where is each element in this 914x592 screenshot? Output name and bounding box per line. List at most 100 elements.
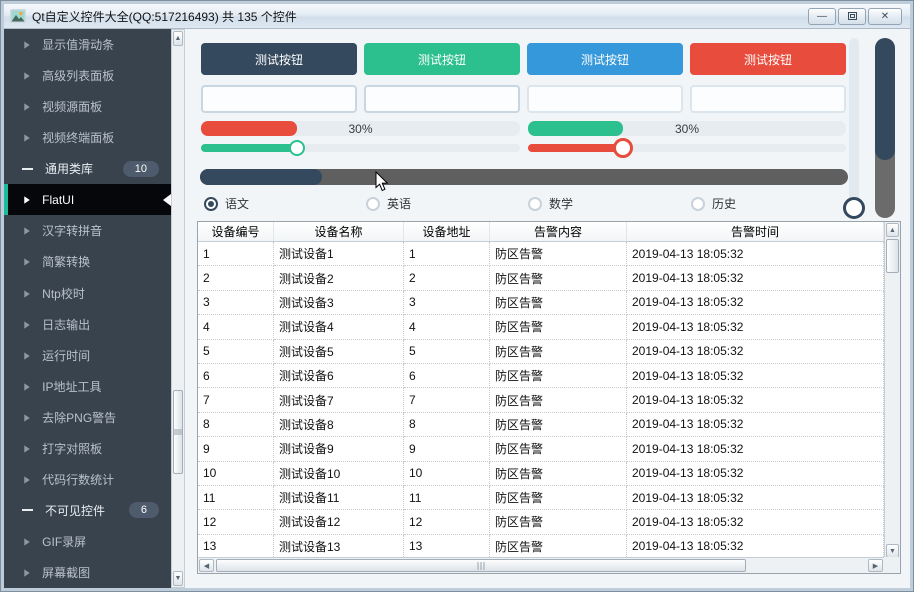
sidebar-item-label: 汉字转拼音 [42,224,103,239]
column-header-4[interactable]: 告警内容 [490,222,627,241]
test-button-4[interactable]: 测试按钮 [690,43,846,75]
table-cell: 防区告警 [490,339,627,364]
sidebar-item-Ntp校时[interactable]: ▶ Ntp校时 [4,278,171,309]
sidebar-scrollbar[interactable]: ▲ ▼ [171,29,185,588]
table-row-10[interactable]: 10 测试设备10 10 防区告警 2019-04-13 18:05:32 [198,461,900,486]
sidebar-item-汉字转拼音[interactable]: ▶ 汉字转拼音 [4,215,171,246]
titlebar[interactable]: Qt自定义控件大全(QQ:517216493) 共 135 个控件 — ✕ [4,4,910,29]
slider-handle[interactable] [288,140,305,156]
sidebar-item-不可见控件[interactable]: 不可见控件 6 [4,495,171,526]
test-button-2[interactable]: 测试按钮 [364,43,520,75]
table-row-5[interactable]: 5 测试设备5 5 防区告警 2019-04-13 18:05:32 [198,339,900,364]
radio-label: 数学 [549,197,574,211]
radio-checked-icon [204,196,218,211]
table-cell: 2019-04-13 18:05:32 [627,266,884,291]
table-body: 1 测试设备1 1 防区告警 2019-04-13 18:05:32 2 测试设备2 2 防区告… [198,242,900,560]
sidebar-item-运行时间[interactable]: ▶ 运行时间 [4,340,171,371]
sidebar-item-label: GIF录屏 [42,535,87,550]
table-horizontal-scrollbar[interactable]: ◀ ▶ [198,557,884,573]
table-cell: 3 [198,290,274,316]
scroll-right-arrow[interactable]: ▶ [868,559,883,572]
table-row-13[interactable]: 13 测试设备13 13 防区告警 2019-04-13 18:05:32 [198,534,900,560]
scrollbar-thumb[interactable] [216,559,746,572]
table-cell: 2019-04-13 18:05:32 [627,315,884,340]
table-cell: 9 [404,437,490,462]
table-vertical-scrollbar[interactable]: ▲ ▼ [884,222,900,559]
column-header-5[interactable]: 告警时间 [627,222,884,241]
sidebar-item-日志输出[interactable]: ▶ 日志输出 [4,309,171,340]
radio-label: 语文 [225,197,250,211]
table-cell: 2019-04-13 18:05:32 [627,339,884,364]
column-header-2[interactable]: 设备名称 [274,222,404,241]
scroll-down-arrow[interactable]: ▼ [173,571,183,586]
scroll-left-arrow[interactable]: ◀ [199,559,214,572]
close-button[interactable]: ✕ [868,7,902,25]
table-row-12[interactable]: 12 测试设备12 12 防区告警 2019-04-13 18:05:32 [198,510,900,535]
sidebar-item-高级列表面板[interactable]: ▶ 高级列表面板 [4,60,171,91]
scrollbar-thumb[interactable] [886,239,899,273]
sidebar-item-GIF录屏[interactable]: ▶ GIF录屏 [4,526,171,557]
sidebar-item-代码行数统计[interactable]: ▶ 代码行数统计 [4,464,171,495]
minimize-button[interactable]: — [808,7,836,25]
sidebar-item-通用类库[interactable]: 通用类库 10 [4,153,171,184]
radio-option-3[interactable]: 数学 [528,195,573,212]
table-cell: 测试设备12 [274,510,404,535]
sidebar-item-去除PNG警告[interactable]: ▶ 去除PNG警告 [4,402,171,433]
text-input-1[interactable] [201,85,357,113]
scroll-up-arrow[interactable]: ▲ [886,223,899,237]
radio-option-4[interactable]: 历史 [691,195,736,212]
table-row-7[interactable]: 7 测试设备7 7 防区告警 2019-04-13 18:05:32 [198,388,900,413]
text-input-2[interactable] [364,85,520,113]
scroll-up-arrow[interactable]: ▲ [173,31,183,46]
styled-scrollbar-widget[interactable] [200,169,848,185]
table-row-3[interactable]: 3 测试设备3 3 防区告警 2019-04-13 18:05:32 [198,290,900,316]
table-cell: 2019-04-13 18:05:32 [627,510,884,535]
text-input-3[interactable] [527,85,683,113]
radio-option-1[interactable]: 语文 [204,195,249,212]
table-cell: 测试设备11 [274,485,404,511]
sidebar-item-FlatUI[interactable]: ▶ FlatUI [4,184,171,216]
expand-arrow-icon: ▶ [24,39,30,50]
table-cell: 防区告警 [490,242,627,267]
sidebar-item-IP地址工具[interactable]: ▶ IP地址工具 [4,371,171,402]
table-cell: 2019-04-13 18:05:32 [627,437,884,462]
scroll-down-arrow[interactable]: ▼ [886,544,899,558]
count-badge: 10 [122,160,159,177]
table-row-1[interactable]: 1 测试设备1 1 防区告警 2019-04-13 18:05:32 [198,242,900,267]
sidebar-item-视频终端面板[interactable]: ▶ 视频终端面板 [4,122,171,153]
table-row-11[interactable]: 11 测试设备11 11 防区告警 2019-04-13 18:05:32 [198,485,900,511]
sidebar-item-label: 显示值滑动条 [42,38,115,53]
text-input-4[interactable] [690,85,846,113]
expand-arrow-icon: ▶ [24,70,30,81]
table-cell: 测试设备8 [274,412,404,438]
table-row-9[interactable]: 9 测试设备9 9 防区告警 2019-04-13 18:05:32 [198,437,900,462]
sidebar-item-label: FlatUI [42,192,75,207]
table-row-4[interactable]: 4 测试设备4 4 防区告警 2019-04-13 18:05:32 [198,315,900,340]
column-header-1[interactable]: 设备编号 [198,222,274,241]
vertical-slider[interactable] [849,38,859,218]
sidebar-item-打字对照板[interactable]: ▶ 打字对照板 [4,433,171,464]
test-button-1[interactable]: 测试按钮 [201,43,357,75]
styled-scrollbar-thumb[interactable] [200,169,322,185]
sidebar-item-简繁转换[interactable]: ▶ 简繁转换 [4,246,171,277]
slider-2[interactable] [528,144,846,152]
column-header-3[interactable]: 设备地址 [404,222,490,241]
slider-1[interactable] [201,144,520,152]
table-row-6[interactable]: 6 测试设备6 6 防区告警 2019-04-13 18:05:32 [198,363,900,389]
table-cell: 2019-04-13 18:05:32 [627,242,884,267]
table-cell: 防区告警 [490,412,627,438]
sidebar-item-视频源面板[interactable]: ▶ 视频源面板 [4,91,171,122]
table-header[interactable]: 设备编号 设备名称 设备地址 告警内容 告警时间 [198,222,900,242]
table-cell: 2 [198,266,274,291]
table-row-2[interactable]: 2 测试设备2 2 防区告警 2019-04-13 18:05:32 [198,266,900,291]
test-button-3[interactable]: 测试按钮 [527,43,683,75]
sidebar-item-显示值滑动条[interactable]: ▶ 显示值滑动条 [4,29,171,60]
radio-option-2[interactable]: 英语 [366,195,411,212]
vertical-slider-handle[interactable] [843,197,865,219]
scrollbar-thumb[interactable] [173,390,183,474]
maximize-button[interactable] [838,7,866,25]
table-row-8[interactable]: 8 测试设备8 8 防区告警 2019-04-13 18:05:32 [198,412,900,438]
slider-handle[interactable] [613,138,634,158]
progressbar-1: 30% [201,121,520,136]
sidebar-item-屏幕截图[interactable]: ▶ 屏幕截图 [4,557,171,588]
